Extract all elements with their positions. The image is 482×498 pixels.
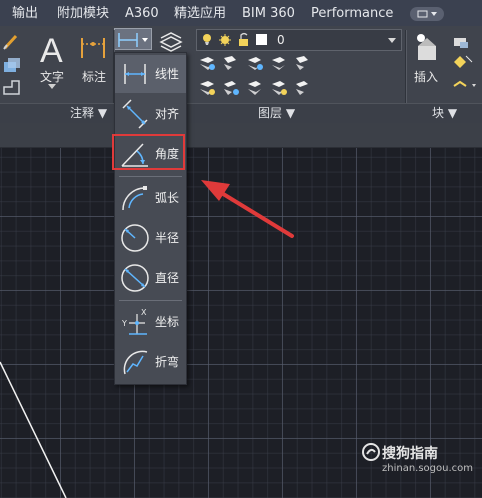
file-tab-strip: [0, 123, 482, 148]
tab-bim360[interactable]: BIM 360: [242, 0, 295, 26]
svg-text:Y: Y: [121, 319, 127, 328]
text-dropdown-icon[interactable]: [48, 84, 56, 90]
ribbon-display-toggle[interactable]: [410, 7, 444, 21]
dimension-tool-button[interactable]: [78, 32, 108, 66]
menu-item-ordinate[interactable]: Y X 坐标: [115, 303, 186, 341]
insert-label: 插入: [414, 70, 439, 84]
menu-item-jogged[interactable]: 折弯: [115, 343, 186, 381]
menu-item-label: 直径: [155, 271, 180, 285]
dimension-tool-label: 标注: [82, 70, 107, 84]
layer-name-value: 0: [277, 33, 285, 47]
tab-addons[interactable]: 附加模块: [57, 0, 109, 26]
watermark-brand: 搜狗指南: [382, 446, 438, 462]
svg-text:A: A: [40, 32, 63, 68]
layers-panel-title[interactable]: 图层 ▼: [258, 103, 295, 123]
watermark-site: zhinan.sogou.com: [382, 463, 474, 474]
menu-divider: [119, 176, 182, 177]
block-panel-title[interactable]: 块 ▼: [432, 103, 457, 123]
menu-item-label: 线性: [155, 67, 180, 81]
tab-a360[interactable]: A360: [125, 0, 159, 26]
menu-item-arc-length[interactable]: 弧长: [115, 179, 186, 217]
svg-text:X: X: [141, 308, 147, 317]
dimension-icon: [81, 38, 105, 58]
linear-dimension-small-icon: [118, 33, 148, 47]
menu-item-aligned[interactable]: 对齐: [115, 95, 186, 133]
menu-item-label: 坐标: [155, 315, 180, 329]
text-tool-label: 文字: [40, 70, 65, 84]
insert-block-icon: [417, 34, 436, 60]
block-tools-icons[interactable]: [448, 34, 480, 98]
menu-item-linear[interactable]: 线性: [115, 55, 186, 93]
dimension-type-menu: 线性 对齐 角度 弧长 半径 直径 Y X 坐标 折弯: [114, 52, 187, 385]
diameter-dimension-icon: [121, 264, 149, 292]
linear-dimension-icon: [124, 64, 146, 84]
text-a-icon: A: [40, 32, 63, 70]
layer-states-icon[interactable]: [158, 30, 184, 52]
jogged-dimension-icon: [123, 350, 148, 375]
menu-item-diameter[interactable]: 直径: [115, 259, 186, 297]
radius-dimension-icon: [121, 224, 149, 252]
annotation-panel-title[interactable]: 注释 ▼: [70, 103, 107, 123]
ordinate-dimension-icon: Y X: [121, 308, 147, 335]
menu-item-radius[interactable]: 半径: [115, 219, 186, 257]
menu-item-label: 半径: [155, 231, 180, 245]
layer-dropdown[interactable]: 0: [196, 29, 402, 51]
tab-performance[interactable]: Performance: [311, 0, 393, 26]
ribbon-toggle-icon: [417, 10, 437, 18]
ribbon-tab-bar: 输出 附加模块 A360 精选应用 BIM 360 Performance: [0, 0, 482, 27]
layer-dropdown-chevron-icon: [388, 38, 396, 43]
menu-item-label: 对齐: [155, 107, 180, 121]
annotation-highlight-box: [112, 134, 185, 170]
tab-featured-apps[interactable]: 精选应用: [174, 0, 226, 26]
menu-item-label: 弧长: [155, 191, 180, 205]
layer-state-icons: [203, 32, 267, 46]
insert-block-button[interactable]: [410, 32, 444, 68]
arc-length-icon: [122, 186, 147, 211]
menu-divider: [119, 300, 182, 301]
partial-tools-icon[interactable]: [2, 32, 22, 102]
aligned-dimension-icon: [122, 99, 148, 129]
linear-dimension-split-button[interactable]: [114, 28, 152, 50]
sogou-logo-icon: [362, 443, 380, 461]
layer-tools-icons[interactable]: [198, 54, 318, 98]
menu-item-label: 折弯: [155, 355, 180, 369]
tab-output[interactable]: 输出: [12, 0, 38, 26]
